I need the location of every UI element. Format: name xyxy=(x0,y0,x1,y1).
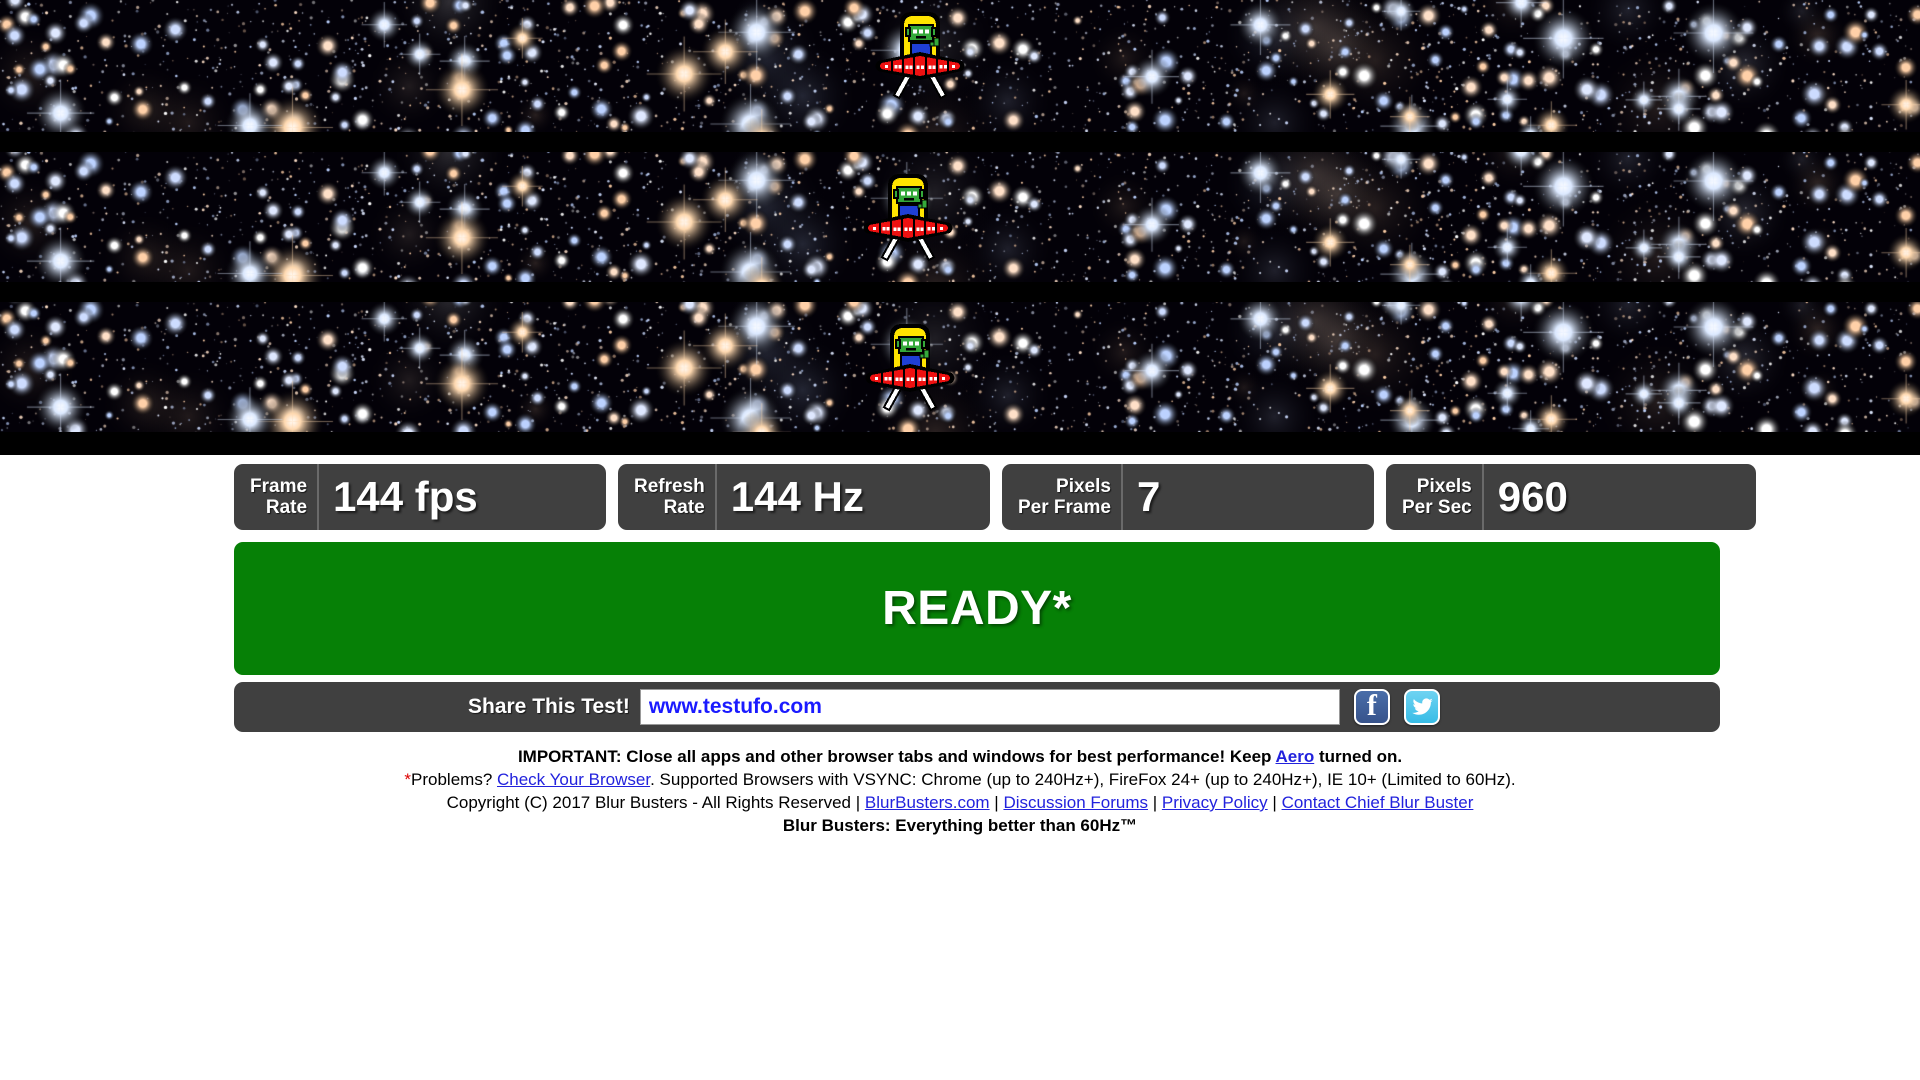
ufo-sprite xyxy=(860,170,956,262)
starfield-background-3 xyxy=(0,302,1920,432)
stat-refresh-rate-label: Refresh Rate xyxy=(618,464,717,530)
stat-refresh-rate-value: 144 Hz xyxy=(730,473,864,520)
ufo-row-fast xyxy=(0,0,1920,132)
stat-pixels-per-frame: Pixels Per Frame 7 xyxy=(1002,464,1374,530)
ufo-row-medium xyxy=(0,152,1920,282)
stat-label-line2: Rate xyxy=(663,497,705,518)
footer-important-suffix: turned on. xyxy=(1314,747,1403,766)
status-banner: READY* xyxy=(234,542,1720,675)
stat-pixels-per-sec: Pixels Per Sec 960 xyxy=(1386,464,1756,530)
footer: IMPORTANT: Close all apps and other brow… xyxy=(0,745,1920,837)
footer-important-prefix: IMPORTANT: Close all apps and other brow… xyxy=(517,747,1276,766)
facebook-icon[interactable]: f xyxy=(1353,689,1390,725)
stat-label-line2: Per Frame xyxy=(1018,497,1111,518)
stat-pixels-per-frame-label: Pixels Per Frame xyxy=(1002,464,1123,530)
footer-copyright-prefix: Copyright (C) 2017 Blur Busters - All Ri… xyxy=(446,793,865,812)
footer-tagline: Blur Busters: Everything better than 60H… xyxy=(782,816,1138,835)
stat-label-line1: Frame xyxy=(250,476,308,497)
stat-pixels-per-frame-value: 7 xyxy=(1136,473,1161,520)
footer-important-line: IMPORTANT: Close all apps and other brow… xyxy=(0,745,1920,768)
starfield-background-2 xyxy=(0,152,1920,282)
discussion-forums-link[interactable]: Discussion Forums xyxy=(1003,793,1148,812)
stat-pixels-per-sec-label: Pixels Per Sec xyxy=(1386,464,1484,530)
ufo-sprite xyxy=(872,8,968,100)
stats-row: Frame Rate 144 fps Refresh Rate 144 Hz P… xyxy=(234,464,1756,530)
stat-frame-rate: Frame Rate 144 fps xyxy=(234,464,606,530)
footer-problems-line: *Problems? Check Your Browser. Supported… xyxy=(0,768,1920,791)
aero-link[interactable]: Aero xyxy=(1276,747,1315,766)
footer-sep-1: | xyxy=(989,793,1004,812)
stat-label-line2: Rate xyxy=(265,497,308,518)
blurbusters-link[interactable]: BlurBusters.com xyxy=(865,793,990,812)
stat-label-line2: Per Sec xyxy=(1402,497,1472,518)
stat-frame-rate-value: 144 fps xyxy=(333,473,478,520)
footer-problems-prefix: Problems? xyxy=(411,770,497,789)
stat-refresh-rate: Refresh Rate 144 Hz xyxy=(618,464,990,530)
stat-pixels-per-sec-value: 960 xyxy=(1497,473,1568,520)
stat-label-line1: Pixels xyxy=(1056,476,1111,497)
share-bar: Share This Test! f xyxy=(234,682,1720,732)
twitter-icon[interactable] xyxy=(1403,689,1440,725)
share-url-input[interactable] xyxy=(639,689,1340,725)
ufo-row-slow xyxy=(0,302,1920,432)
share-label: Share This Test! xyxy=(468,695,630,718)
ufo-sprite xyxy=(862,320,958,412)
facebook-glyph: f xyxy=(1366,689,1377,722)
privacy-policy-link[interactable]: Privacy Policy xyxy=(1162,793,1268,812)
stat-frame-rate-label: Frame Rate xyxy=(234,464,320,530)
footer-copyright-line: Copyright (C) 2017 Blur Busters - All Ri… xyxy=(0,791,1920,814)
contact-chief-blur-buster-link[interactable]: Contact Chief Blur Buster xyxy=(1282,793,1474,812)
ufo-animation-area xyxy=(0,0,1920,455)
footer-sep-2: | xyxy=(1148,793,1162,812)
stat-label-line1: Refresh xyxy=(634,476,705,497)
stat-label-line1: Pixels xyxy=(1416,476,1472,497)
footer-problems-suffix: . Supported Browsers with VSYNC: Chrome … xyxy=(650,770,1516,789)
check-your-browser-link[interactable]: Check Your Browser xyxy=(497,770,650,789)
footer-sep-3: | xyxy=(1267,793,1282,812)
